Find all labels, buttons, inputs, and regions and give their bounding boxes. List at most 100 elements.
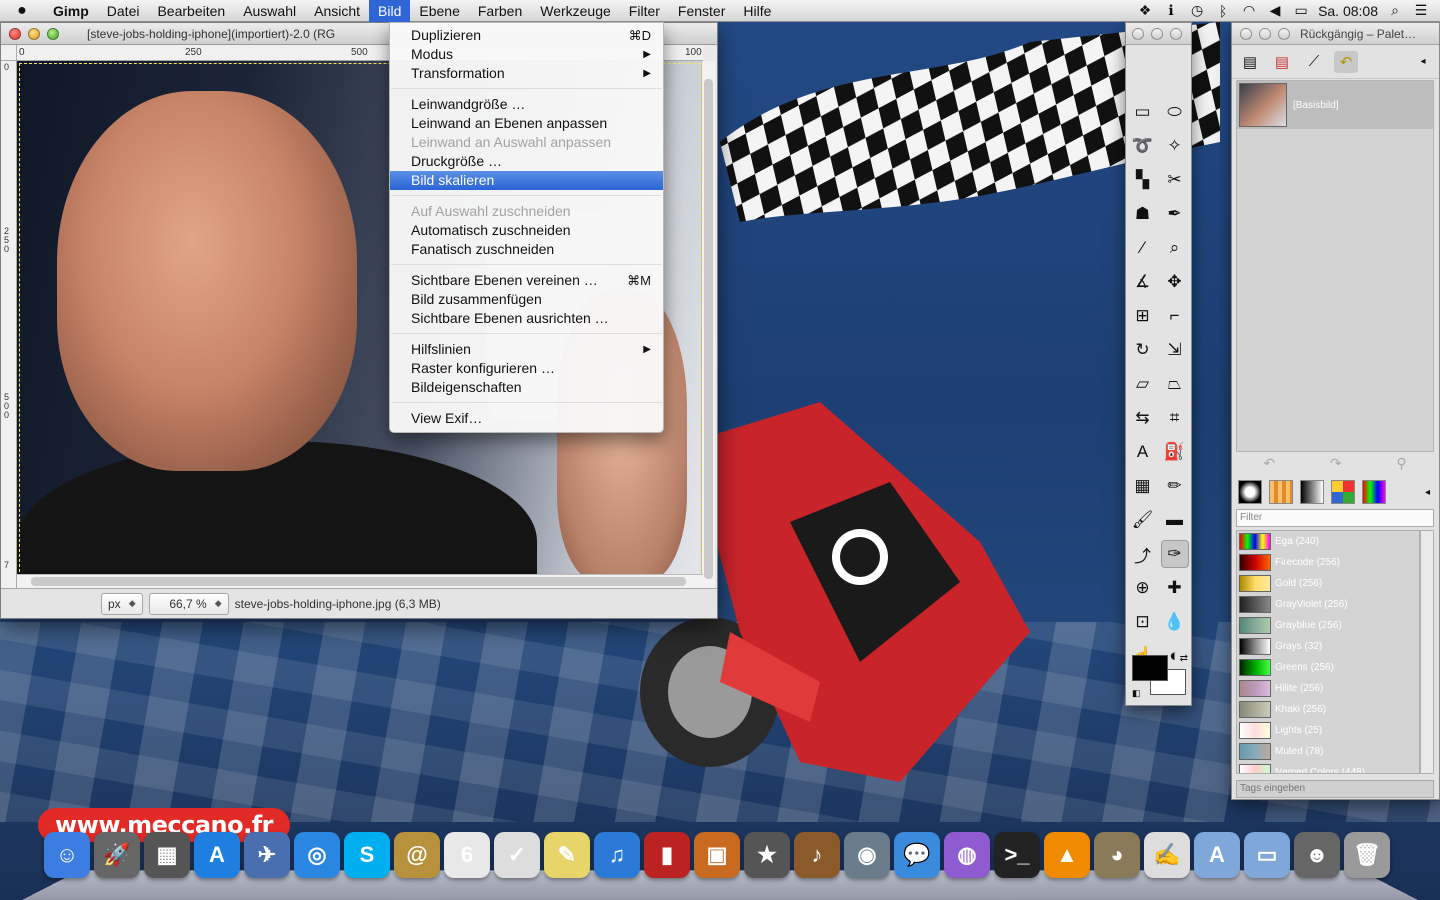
clock[interactable]: Sa. 08:08 <box>1318 3 1378 19</box>
terminal-icon[interactable]: >_ <box>994 832 1040 878</box>
palette-list-scrollbar[interactable] <box>1420 530 1434 774</box>
palette-item[interactable]: Named Colors (448) <box>1237 762 1419 773</box>
ellipse-select-icon[interactable]: ⬭ <box>1161 98 1189 126</box>
zoom-icon[interactable]: ⌕ <box>1161 234 1189 262</box>
safari-icon[interactable]: ◎ <box>294 832 340 878</box>
gimp-icon[interactable]: ◕ <box>1094 832 1140 878</box>
palette-item[interactable]: Grays (32) <box>1237 636 1419 657</box>
palette-item[interactable]: Lights (25) <box>1237 720 1419 741</box>
ruler-vertical[interactable]: 0 250 500 7 <box>1 61 17 599</box>
zoom-button[interactable] <box>1170 27 1182 40</box>
textedit-icon[interactable]: ✍ <box>1144 832 1190 878</box>
menu-ebene[interactable]: Ebene <box>410 0 468 22</box>
redo-icon[interactable]: ↷ <box>1330 455 1342 477</box>
menu-datei[interactable]: Datei <box>98 0 149 22</box>
palette-item[interactable]: Muted (78) <box>1237 741 1419 762</box>
horizontal-scrollbar[interactable] <box>17 574 703 588</box>
tab-menu-icon[interactable]: ◂ <box>1425 487 1430 498</box>
rotate-icon[interactable]: ↻ <box>1129 336 1157 364</box>
mail-icon[interactable]: @ <box>394 832 440 878</box>
color-picker-icon[interactable]: ⁄ <box>1129 234 1157 262</box>
close-button[interactable] <box>9 27 21 40</box>
app-store-icon[interactable]: A <box>194 832 240 878</box>
bluetooth-icon[interactable]: ᛒ <box>1214 3 1232 19</box>
menu-filter[interactable]: Filter <box>620 0 669 22</box>
palette-item[interactable]: Firecode (256) <box>1237 552 1419 573</box>
palettes-tab-icon[interactable] <box>1331 480 1355 504</box>
menu-bearbeiten[interactable]: Bearbeiten <box>148 0 234 22</box>
trash-icon[interactable]: 🗑 <box>1344 832 1390 878</box>
dock-titlebar[interactable]: Rückgängig – Palet… <box>1232 23 1439 45</box>
fuzzy-select-icon[interactable]: ✧ <box>1161 132 1189 160</box>
menu-ansicht[interactable]: Ansicht <box>305 0 369 22</box>
heal-icon[interactable]: ✚ <box>1161 574 1189 602</box>
foreground-color[interactable] <box>1132 655 1168 681</box>
unit-select[interactable]: px ◆ <box>101 592 143 615</box>
perspective-clone-icon[interactable]: ⊡ <box>1129 608 1157 636</box>
time-machine-icon[interactable]: ◷ <box>1188 2 1206 19</box>
lasso-icon[interactable]: ➰ <box>1129 132 1157 160</box>
palette-item[interactable]: Ega (240) <box>1237 531 1419 552</box>
palette-item[interactable]: Gold (256) <box>1237 573 1419 594</box>
menu-item-druckgroesse[interactable]: Druckgröße … <box>390 152 663 171</box>
scale-icon[interactable]: ⇲ <box>1161 336 1189 364</box>
info-icon[interactable]: ℹ <box>1162 2 1180 19</box>
dropbox-icon[interactable]: ❖ <box>1136 2 1154 19</box>
palette-item[interactable]: GrayViolet (256) <box>1237 594 1419 615</box>
volume-icon[interactable]: ◀ <box>1266 2 1284 19</box>
palette-item[interactable]: Khaki (256) <box>1237 699 1419 720</box>
history-item[interactable]: [Basisbild] <box>1237 81 1433 129</box>
spotlight-icon[interactable]: ⌕ <box>1386 2 1404 19</box>
applications-folder-icon[interactable]: A <box>1194 832 1240 878</box>
menu-item-leinwand-an-ebenen[interactable]: Leinwand an Ebenen anpassen <box>390 114 663 133</box>
undo-history-list[interactable]: [Basisbild] <box>1236 80 1434 452</box>
garageband-icon[interactable]: ♪ <box>794 832 840 878</box>
flip-icon[interactable]: ⇆ <box>1129 404 1157 432</box>
palette-item[interactable]: Greens (256) <box>1237 657 1419 678</box>
palette-filter-input[interactable]: Filter <box>1236 509 1434 527</box>
zoom-button[interactable] <box>47 27 59 40</box>
blur-icon[interactable]: 💧 <box>1161 608 1189 636</box>
align-icon[interactable]: ⊞ <box>1129 302 1157 330</box>
menu-auswahl[interactable]: Auswahl <box>234 0 305 22</box>
crop-icon[interactable]: ⌐ <box>1161 302 1189 330</box>
notes-icon[interactable]: ✎ <box>544 832 590 878</box>
palette-item[interactable]: Grayblue (256) <box>1237 615 1419 636</box>
paths-icon[interactable]: ✒ <box>1161 200 1189 228</box>
imovie-icon[interactable]: ★ <box>744 832 790 878</box>
itunes-icon[interactable]: ♫ <box>594 832 640 878</box>
zoom-select[interactable]: 66,7 % ◆ <box>148 592 229 615</box>
ical-sphere-icon[interactable]: ◍ <box>944 832 990 878</box>
tags-input[interactable]: Tags eingeben <box>1236 780 1434 798</box>
toolbox-titlebar[interactable] <box>1126 23 1191 45</box>
patterns-tab-icon[interactable] <box>1269 480 1293 504</box>
menu-item-leinwandgroesse[interactable]: Leinwandgröße … <box>390 95 663 114</box>
minimize-button[interactable] <box>1259 27 1271 40</box>
menu-fenster[interactable]: Fenster <box>669 0 734 22</box>
messages-icon[interactable]: 💬 <box>894 832 940 878</box>
colormap-tab-icon[interactable] <box>1362 480 1386 504</box>
menu-gimp[interactable]: Gimp <box>44 0 98 22</box>
scissors-icon[interactable]: ✂ <box>1161 166 1189 194</box>
measure-icon[interactable]: ∡ <box>1129 268 1157 296</box>
menu-item-transformation[interactable]: Transformation ▶ <box>390 64 663 83</box>
menu-item-automatisch-zuschneiden[interactable]: Automatisch zuschneiden <box>390 221 663 240</box>
vertical-scrollbar[interactable] <box>701 61 715 599</box>
eraser-icon[interactable]: ▬ <box>1161 506 1189 534</box>
blend-icon[interactable]: ▦ <box>1129 472 1157 500</box>
undo-tab-icon[interactable]: ↶ <box>1334 50 1358 73</box>
menu-item-sichtbare-ebenen-vereinen[interactable]: Sichtbare Ebenen vereinen … ⌘M <box>390 271 663 290</box>
scrollbar-thumb[interactable] <box>704 79 713 579</box>
rect-select-icon[interactable]: ▭ <box>1129 98 1157 126</box>
facetime-icon[interactable]: ◉ <box>844 832 890 878</box>
foreground-select-icon[interactable]: ☗ <box>1129 200 1157 228</box>
preview-icon[interactable]: ✈ <box>244 832 290 878</box>
undo-icon[interactable]: ↶ <box>1263 455 1275 477</box>
menu-hilfe[interactable]: Hilfe <box>734 0 780 22</box>
ruler-corner[interactable] <box>1 45 17 61</box>
perspective-icon[interactable]: ⏢ <box>1161 370 1189 398</box>
airbrush-icon[interactable]: ⤴ <box>1129 540 1157 568</box>
notification-list-icon[interactable]: ☰ <box>1412 2 1430 19</box>
clone-icon[interactable]: ⊕ <box>1129 574 1157 602</box>
text-icon[interactable]: A <box>1129 438 1157 466</box>
